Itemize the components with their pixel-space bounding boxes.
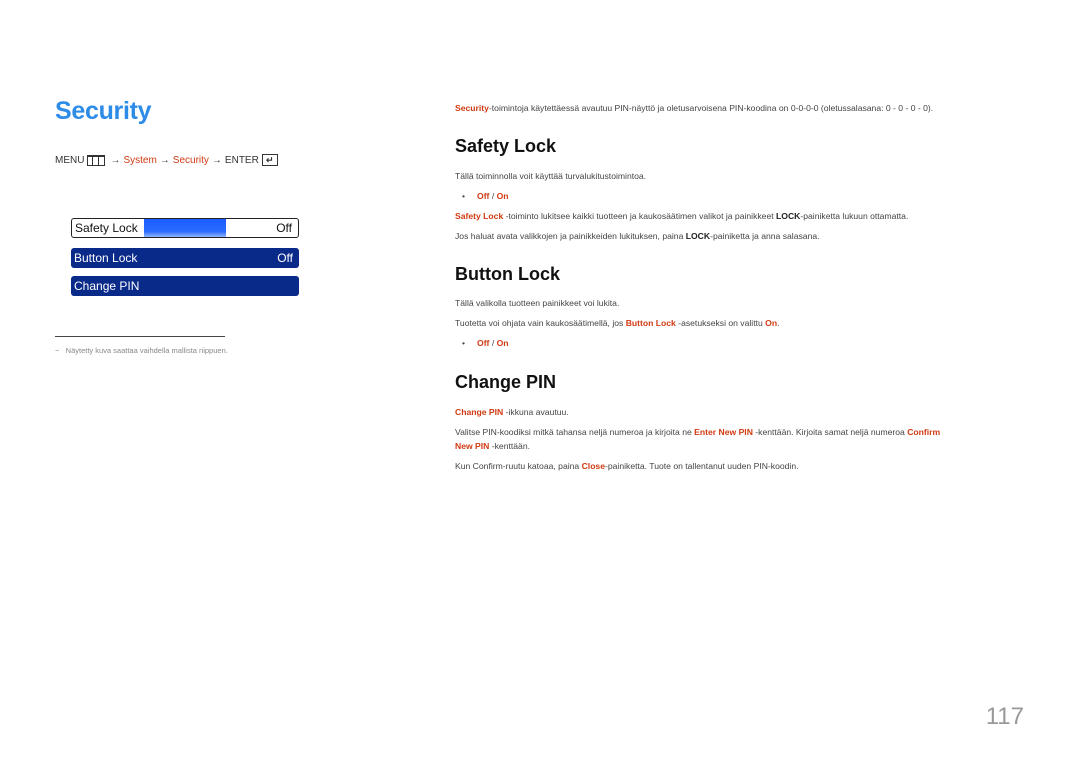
- footnote-divider: [55, 336, 225, 337]
- menu-path-enter: ENTER: [224, 154, 259, 166]
- button-lock-desc: Tällä valikolla tuotteen painikkeet voi …: [455, 298, 620, 308]
- highlight: Safety Lock: [455, 211, 504, 221]
- text: -kenttään.: [489, 441, 530, 451]
- option-off: Off: [477, 191, 490, 201]
- change-pin-p2: Valitse PIN-koodiksi mitkä tahansa neljä…: [455, 427, 940, 437]
- safety-lock-desc: Tällä toiminnolla voit käyttää turvaluki…: [455, 171, 647, 181]
- highlight: Enter New PIN: [694, 427, 753, 437]
- bullet-icon: •: [462, 191, 466, 201]
- text: Tuotetta voi ohjata vain kaukosäätimellä…: [455, 318, 626, 328]
- highlight: Close: [581, 461, 605, 471]
- page-title: Security: [55, 97, 152, 125]
- text: .: [777, 318, 780, 328]
- safety-lock-options: • Off / On: [462, 191, 509, 201]
- heading-safety-lock: Safety Lock: [455, 136, 557, 156]
- highlight: Confirm: [907, 427, 941, 437]
- change-pin-p2-cont: New PIN -kenttään.: [455, 441, 530, 451]
- osd-safety-lock-value: Off: [276, 221, 292, 235]
- osd-change-pin-label: Change PIN: [74, 279, 140, 293]
- option-on: On: [496, 338, 509, 348]
- button-lock-options: • Off / On: [462, 338, 509, 348]
- text: -toiminto lukitsee kaikki tuotteen ja ka…: [503, 211, 777, 221]
- intro-paragraph: Security-toimintoja käytettäessä avautuu…: [455, 103, 933, 113]
- option-on: On: [496, 191, 509, 201]
- highlight: Change PIN: [455, 407, 504, 417]
- menu-path-system: System: [123, 154, 157, 166]
- highlight: New PIN: [455, 441, 490, 451]
- highlight: Button Lock: [625, 318, 676, 328]
- text: -asetukseksi on valittu: [675, 318, 766, 328]
- footnote-text: Näytetty kuva saattaa vaihdella mallista…: [65, 346, 228, 355]
- osd-safety-lock[interactable]: Safety Lock Off: [71, 218, 299, 238]
- intro-highlight: Security: [455, 103, 489, 113]
- text: Jos haluat avata valikkojen ja painikkei…: [455, 231, 686, 241]
- bold-text: LOCK: [776, 211, 801, 221]
- enter-icon: ↵: [261, 154, 278, 166]
- text: -ikkuna avautuu.: [503, 407, 569, 417]
- intro-text: -toimintoja käytettäessä avautuu PIN-näy…: [488, 103, 934, 113]
- arrow-icon: →: [211, 154, 222, 166]
- osd-selection-highlight: [144, 219, 226, 237]
- text: -painiketta. Tuote on tallentanut uuden …: [605, 461, 799, 471]
- change-pin-p1: Change PIN -ikkuna avautuu.: [455, 407, 569, 417]
- highlight-on: On: [765, 318, 778, 328]
- change-pin-p3: Kun Confirm-ruutu katoaa, paina Close-pa…: [455, 461, 799, 471]
- menu-path-security: Security: [172, 154, 209, 166]
- osd-button-lock-value: Off: [277, 251, 293, 265]
- option-separator: /: [489, 191, 497, 201]
- option-separator: /: [489, 338, 497, 348]
- osd-button-lock-label: Button Lock: [74, 251, 138, 265]
- osd-change-pin[interactable]: Change PIN: [71, 276, 299, 296]
- heading-change-pin: Change PIN: [455, 372, 557, 392]
- text: Kun Confirm-ruutu katoaa, paina: [455, 461, 582, 471]
- arrow-icon: →: [110, 154, 121, 166]
- bullet-icon: •: [462, 338, 466, 348]
- page-number: 117: [985, 703, 1024, 730]
- button-lock-p1: Tuotetta voi ohjata vain kaukosäätimellä…: [455, 318, 779, 328]
- heading-button-lock: Button Lock: [455, 264, 560, 284]
- text: Valitse PIN-koodiksi mitkä tahansa neljä…: [455, 427, 695, 437]
- footnote-dash: −: [55, 346, 60, 355]
- menu-label: MENU: [55, 154, 85, 166]
- safety-lock-p2: Jos haluat avata valikkojen ja painikkei…: [455, 231, 820, 241]
- bold-text: LOCK: [685, 231, 711, 241]
- text: -kenttään. Kirjoita samat neljä numeroa: [752, 427, 908, 437]
- text: -painiketta lukuun ottamatta.: [800, 211, 909, 221]
- menu-path: MENU → System → Security → ENTER ↵: [55, 154, 278, 166]
- text: -painiketta ja anna salasana.: [710, 231, 820, 241]
- footnote: − Näytetty kuva saattaa vaihdella mallis…: [55, 346, 228, 355]
- safety-lock-p1: Safety Lock -toiminto lukitsee kaikki tu…: [455, 211, 908, 221]
- arrow-icon: →: [159, 154, 170, 166]
- menu-grid-icon: [87, 154, 106, 166]
- option-off: Off: [477, 338, 490, 348]
- osd-button-lock[interactable]: Button Lock Off: [71, 248, 299, 268]
- osd-safety-lock-label: Safety Lock: [75, 221, 138, 235]
